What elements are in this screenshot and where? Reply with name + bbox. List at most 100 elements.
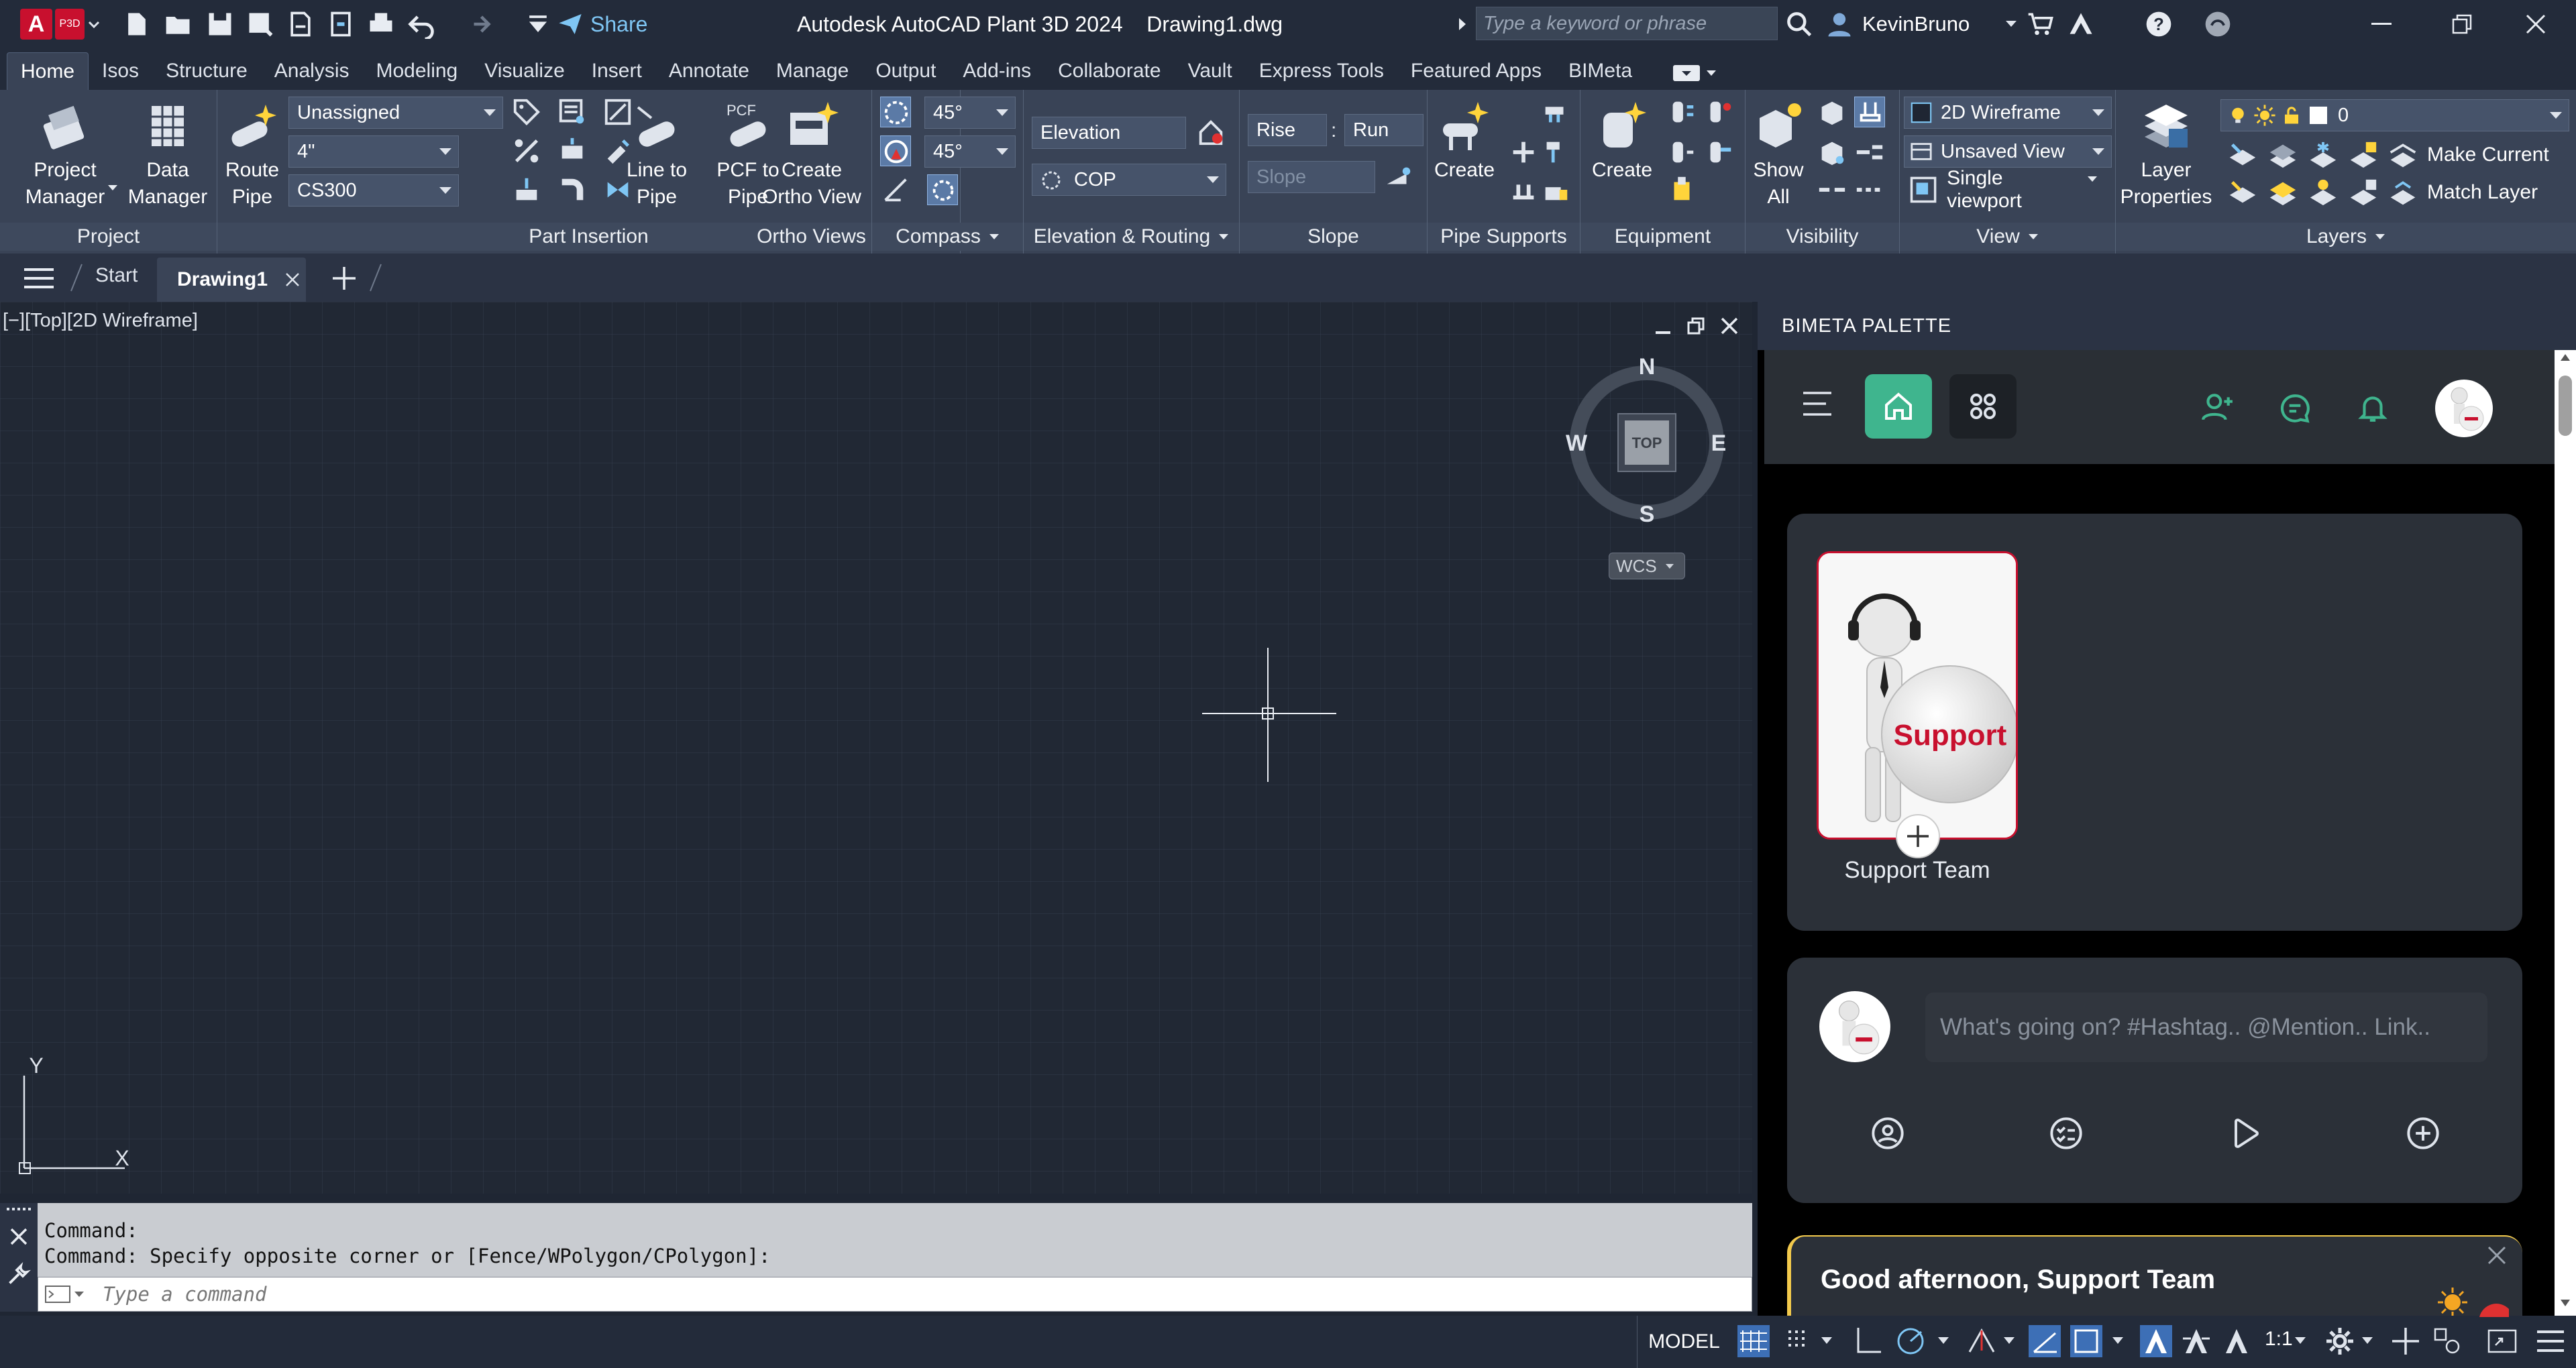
tab-add-ins[interactable]: Add-ins (949, 52, 1044, 90)
cop-combo[interactable]: COP (1032, 164, 1226, 196)
polar-tracking-icon[interactable] (1894, 1325, 1927, 1357)
compass-angle-icon[interactable] (880, 174, 911, 205)
wcs-menu[interactable]: WCS (1609, 553, 1685, 579)
chevron-down-icon[interactable] (2112, 1336, 2124, 1345)
tab-isos[interactable]: Isos (89, 52, 152, 90)
layer-on-icon[interactable] (2227, 177, 2258, 208)
expand-search-icon[interactable] (1456, 16, 1469, 32)
grip-icon[interactable] (5, 1204, 32, 1214)
restore-button[interactable] (2422, 0, 2502, 48)
fullscreen-icon[interactable] (2486, 1325, 2518, 1357)
add-icon[interactable] (2390, 1325, 2422, 1357)
chevron-down-icon[interactable] (2361, 1336, 2373, 1345)
support-modify-icon[interactable] (1508, 137, 1539, 168)
layer-properties-button[interactable]: Layer Properties (2116, 99, 2216, 211)
project-manager-button[interactable]: Project Manager (15, 99, 115, 211)
home-button[interactable] (1865, 374, 1932, 439)
gear-icon[interactable] (2324, 1325, 2356, 1357)
support-replace-icon[interactable] (1508, 174, 1539, 205)
size-combo[interactable]: 4" (288, 135, 459, 168)
make-current-button[interactable]: Make Current (2388, 138, 2549, 172)
support-add-icon[interactable] (1540, 97, 1571, 127)
slope-pick-icon[interactable] (1383, 161, 1414, 192)
viewcube-east[interactable]: E (1711, 431, 1727, 456)
compass-snap-icon[interactable] (880, 135, 911, 166)
dismiss-greeting-icon[interactable] (2486, 1245, 2508, 1266)
tab-analysis[interactable]: Analysis (261, 52, 363, 90)
tab-vault[interactable]: Vault (1175, 52, 1246, 90)
layer-freeze-icon[interactable] (2308, 139, 2339, 170)
layer-isolate-icon[interactable] (2267, 139, 2298, 170)
grid-toggle-icon[interactable] (1737, 1325, 1770, 1357)
viewport-close-icon[interactable] (1720, 317, 1739, 335)
layer-combo[interactable]: 0 (2220, 99, 2569, 131)
create-pipe-support-button[interactable]: Create (1428, 99, 1501, 184)
chat-icon[interactable] (2278, 392, 2312, 425)
route-pipe-button[interactable]: Route Pipe (217, 99, 287, 211)
slope-field[interactable]: Slope (1248, 161, 1375, 193)
run-field[interactable]: Run (1344, 114, 1424, 146)
toggle-visibility-icon[interactable] (1854, 137, 1885, 168)
isolate-icon[interactable] (1854, 97, 1885, 127)
data-manager-button[interactable]: Data Manager (121, 99, 215, 211)
add-more-icon[interactable] (2406, 1116, 2440, 1151)
photo-icon[interactable] (1870, 1116, 1905, 1151)
model-space-toggle[interactable]: MODEL (1637, 1316, 1731, 1368)
elbow-icon[interactable] (557, 174, 588, 205)
visual-style-combo[interactable]: 2D Wireframe (1904, 97, 2112, 129)
scroll-up-icon[interactable] (2560, 353, 2571, 362)
equipment-template-icon[interactable] (1666, 174, 1697, 205)
elevation-field[interactable]: Elevation (1032, 117, 1186, 149)
share-button[interactable]: Share (557, 9, 647, 39)
palette-header[interactable]: BIMETA PALETTE (1758, 302, 2576, 350)
support-team-name[interactable]: Support Team (1817, 857, 2018, 884)
object-snap-icon[interactable] (2070, 1325, 2102, 1357)
line-to-pipe-button[interactable]: Line to Pipe (606, 99, 707, 211)
chevron-down-icon[interactable] (1937, 1336, 1949, 1345)
named-view-combo[interactable]: Unsaved View (1904, 135, 2112, 168)
tab-express-tools[interactable]: Express Tools (1246, 52, 1397, 90)
equipment-modify-icon[interactable] (1704, 97, 1735, 127)
hide-selected-icon[interactable] (1817, 97, 1847, 127)
panel-title-elevation-routing[interactable]: Elevation & Routing (1024, 223, 1239, 251)
layer-lock-icon[interactable] (2348, 139, 2379, 170)
search-icon[interactable] (1784, 9, 1814, 39)
tab-bimeta[interactable]: BIMeta (1555, 52, 1646, 90)
autoscale-icon[interactable] (2180, 1325, 2212, 1357)
compass-toggle-icon[interactable] (880, 97, 911, 127)
hide-others-icon[interactable] (1817, 137, 1847, 168)
print-icon[interactable] (366, 8, 396, 40)
spec-combo[interactable]: Unassigned (288, 97, 503, 129)
save-as-icon[interactable] (246, 8, 275, 40)
tab-structure[interactable]: Structure (152, 52, 261, 90)
command-prompt-icon[interactable] (45, 1284, 85, 1304)
chevron-down-icon[interactable] (1821, 1336, 1833, 1345)
undo-icon[interactable] (407, 8, 436, 40)
bell-icon[interactable] (2356, 390, 2390, 425)
chevron-down-icon[interactable] (2294, 1336, 2306, 1345)
tab-collaborate[interactable]: Collaborate (1044, 52, 1174, 90)
close-command-line-icon[interactable] (9, 1227, 28, 1246)
command-line-grip[interactable] (0, 1203, 38, 1312)
viewcube-north[interactable]: N (1639, 355, 1656, 380)
elevation-pick-icon[interactable] (1195, 117, 1226, 148)
community-icon[interactable] (2203, 8, 2233, 40)
viewcube-south[interactable]: S (1640, 502, 1655, 527)
visibility-settings-icon[interactable] (1854, 174, 1885, 205)
minimize-button[interactable] (2341, 0, 2422, 48)
post-input[interactable]: What's going on? #Hashtag.. @Mention.. L… (1925, 992, 2487, 1062)
video-play-icon[interactable] (2227, 1116, 2262, 1151)
support-lock-icon[interactable] (1540, 174, 1571, 205)
command-input[interactable]: Type a command (38, 1277, 1752, 1312)
panel-title-view[interactable]: View (1900, 223, 2115, 251)
compass-angle2-combo[interactable]: 45° (924, 135, 1016, 168)
tab-start[interactable]: Start (95, 264, 138, 287)
chevron-down-icon[interactable] (107, 184, 118, 192)
tab-featured-apps[interactable]: Featured Apps (1397, 52, 1555, 90)
annotation-scale-icon[interactable] (2220, 1325, 2253, 1357)
layer-unisolate-icon[interactable] (2267, 177, 2298, 208)
support-team-image[interactable]: Support (1817, 551, 2018, 840)
palette-scrollbar[interactable] (2555, 350, 2576, 1316)
autodesk-app-icon[interactable] (2066, 8, 2096, 40)
customization-menu-icon[interactable] (2536, 1328, 2565, 1355)
